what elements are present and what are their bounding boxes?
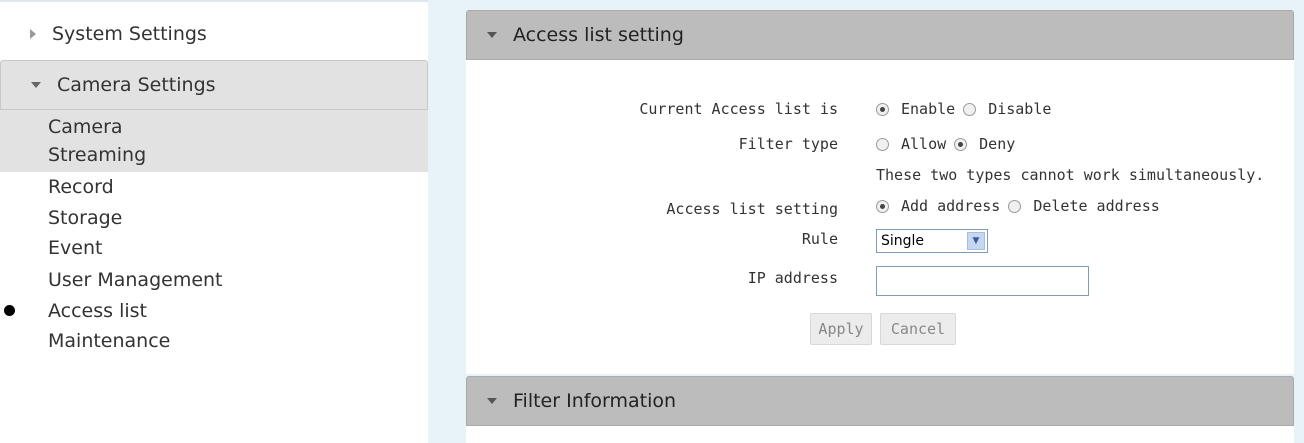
enable-radio-label: Enable <box>901 100 956 118</box>
filter-information-panel-body <box>466 426 1294 443</box>
rule-select-wrap: Single ▼ <box>876 229 988 253</box>
sidebar-section-label: System Settings <box>52 23 207 45</box>
sidebar-item-record[interactable]: Record <box>48 172 114 202</box>
deny-radio[interactable] <box>954 137 968 151</box>
add-address-radio[interactable] <box>876 199 889 213</box>
allow-radio-label: Allow <box>901 135 947 153</box>
current-access-list-radio-group: Enable Disable <box>876 100 1059 118</box>
disable-radio[interactable] <box>963 102 977 116</box>
access-list-panel-header[interactable]: Access list setting <box>466 10 1294 60</box>
filter-information-panel-header[interactable]: Filter Information <box>466 376 1294 426</box>
chevron-down-icon <box>31 82 41 88</box>
sidebar-item-access-list[interactable]: Access list <box>48 296 147 326</box>
sidebar-item-event[interactable]: Event <box>48 233 102 263</box>
deny-radio-label: Deny <box>979 135 1016 153</box>
delete-address-radio[interactable] <box>1008 199 1022 213</box>
chevron-down-icon <box>487 398 497 404</box>
rule-select[interactable]: Single ▼ <box>876 229 988 253</box>
sidebar-section-camera-settings[interactable]: Camera Settings <box>0 60 428 110</box>
ip-address-wrap <box>876 266 1089 296</box>
sidebar-item-storage[interactable]: Storage <box>48 203 122 233</box>
panel-title: Filter Information <box>513 390 677 412</box>
access-list-panel-body: Current Access list is Enable Disable Fi… <box>466 60 1294 374</box>
rule-label: Rule <box>801 230 838 248</box>
sidebar-item-streaming[interactable]: Streaming <box>48 140 146 170</box>
access-list-setting-radio-group: Add address Delete address <box>876 197 1168 215</box>
sidebar-section-system-settings[interactable]: System Settings <box>0 12 428 56</box>
panel-title: Access list setting <box>513 24 684 46</box>
filter-type-radio-group: Allow Deny <box>876 135 1023 153</box>
allow-radio[interactable] <box>876 137 889 151</box>
main-content: Access list setting Current Access list … <box>466 10 1294 443</box>
apply-button[interactable]: Apply <box>810 313 872 345</box>
chevron-down-icon <box>487 32 497 38</box>
rule-select-value: Single <box>881 233 925 249</box>
filter-type-note: These two types cannot work simultaneous… <box>876 166 1265 184</box>
ip-address-input[interactable] <box>876 266 1089 296</box>
active-bullet-icon <box>4 305 15 316</box>
filter-type-label: Filter type <box>738 135 838 153</box>
add-address-radio-label: Add address <box>901 197 1001 215</box>
sidebar-item-maintenance[interactable]: Maintenance <box>48 326 170 356</box>
chevron-right-icon <box>30 29 36 39</box>
enable-radio[interactable] <box>876 102 889 116</box>
disable-radio-label: Disable <box>988 100 1052 118</box>
sidebar: System Settings Camera Settings Camera S… <box>0 0 428 443</box>
delete-address-radio-label: Delete address <box>1033 197 1160 215</box>
current-access-list-label: Current Access list is <box>639 100 838 118</box>
access-list-setting-label: Access list setting <box>666 200 838 218</box>
dropdown-arrow-icon[interactable]: ▼ <box>967 232 985 250</box>
sidebar-section-label: Camera Settings <box>57 74 216 96</box>
ip-address-label: IP address <box>747 269 838 287</box>
sidebar-item-user-management[interactable]: User Management <box>48 265 223 295</box>
cancel-button[interactable]: Cancel <box>880 313 956 345</box>
sidebar-item-camera[interactable]: Camera <box>48 112 123 142</box>
